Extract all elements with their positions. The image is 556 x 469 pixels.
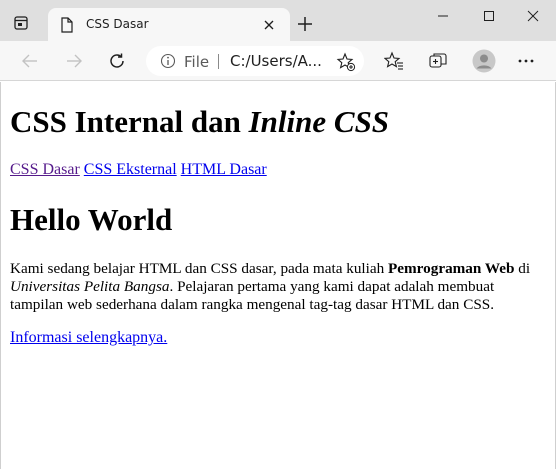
page-viewport: CSS Internal dan Inline CSS CSS Dasar CS… [0,82,556,469]
address-bar[interactable]: File C:/Users/A... [146,46,364,76]
page-title-emphasis: Inline CSS [248,104,390,139]
intro-paragraph: Kami sedang belajar HTML dan CSS dasar, … [10,260,550,314]
back-arrow-icon[interactable] [20,51,40,71]
paragraph-text-2: di [514,260,531,277]
profile-avatar-icon[interactable] [472,49,496,73]
nav-links: CSS Dasar CSS Eksternal HTML Dasar [10,161,267,179]
collections-icon[interactable] [428,51,448,71]
page-title: CSS Internal dan Inline CSS [10,104,389,140]
favorites-icon[interactable] [384,51,404,71]
tab-actions-icon[interactable] [10,12,32,34]
forward-arrow-icon[interactable] [64,51,84,71]
page-icon [60,17,74,33]
star-add-icon[interactable] [336,52,356,72]
course-name: Pemrograman Web [388,260,515,277]
more-menu-icon[interactable] [516,51,536,71]
address-url[interactable]: C:/Users/A... [230,52,322,70]
nav-link-html-dasar[interactable]: HTML Dasar [181,161,267,178]
plus-icon[interactable] [296,15,314,33]
browser-tab[interactable]: CSS Dasar [48,8,290,41]
address-separator [218,54,219,69]
tab-strip: CSS Dasar [0,0,556,41]
browser-toolbar: File C:/Users/A... [0,41,556,81]
close-icon[interactable] [262,18,276,32]
hello-heading: Hello World [10,202,173,237]
info-icon[interactable] [160,53,176,69]
window-close-icon[interactable] [510,0,556,32]
more-info-link[interactable]: Informasi selengkapnya. [10,329,167,347]
nav-link-css-eksternal[interactable]: CSS Eksternal [84,161,177,178]
reload-icon[interactable] [107,51,127,71]
paragraph-text-1: Kami sedang belajar HTML dan CSS dasar, … [10,260,388,277]
nav-link-css-dasar[interactable]: CSS Dasar [10,161,80,178]
maximize-icon[interactable] [466,0,512,32]
tab-title: CSS Dasar [86,17,149,31]
window-border-left [0,82,1,469]
minimize-icon[interactable] [420,0,466,32]
page-title-text: CSS Internal dan [10,104,249,139]
address-scheme-label: File [184,53,210,71]
university-name: Universitas Pelita Bangsa [10,278,170,295]
